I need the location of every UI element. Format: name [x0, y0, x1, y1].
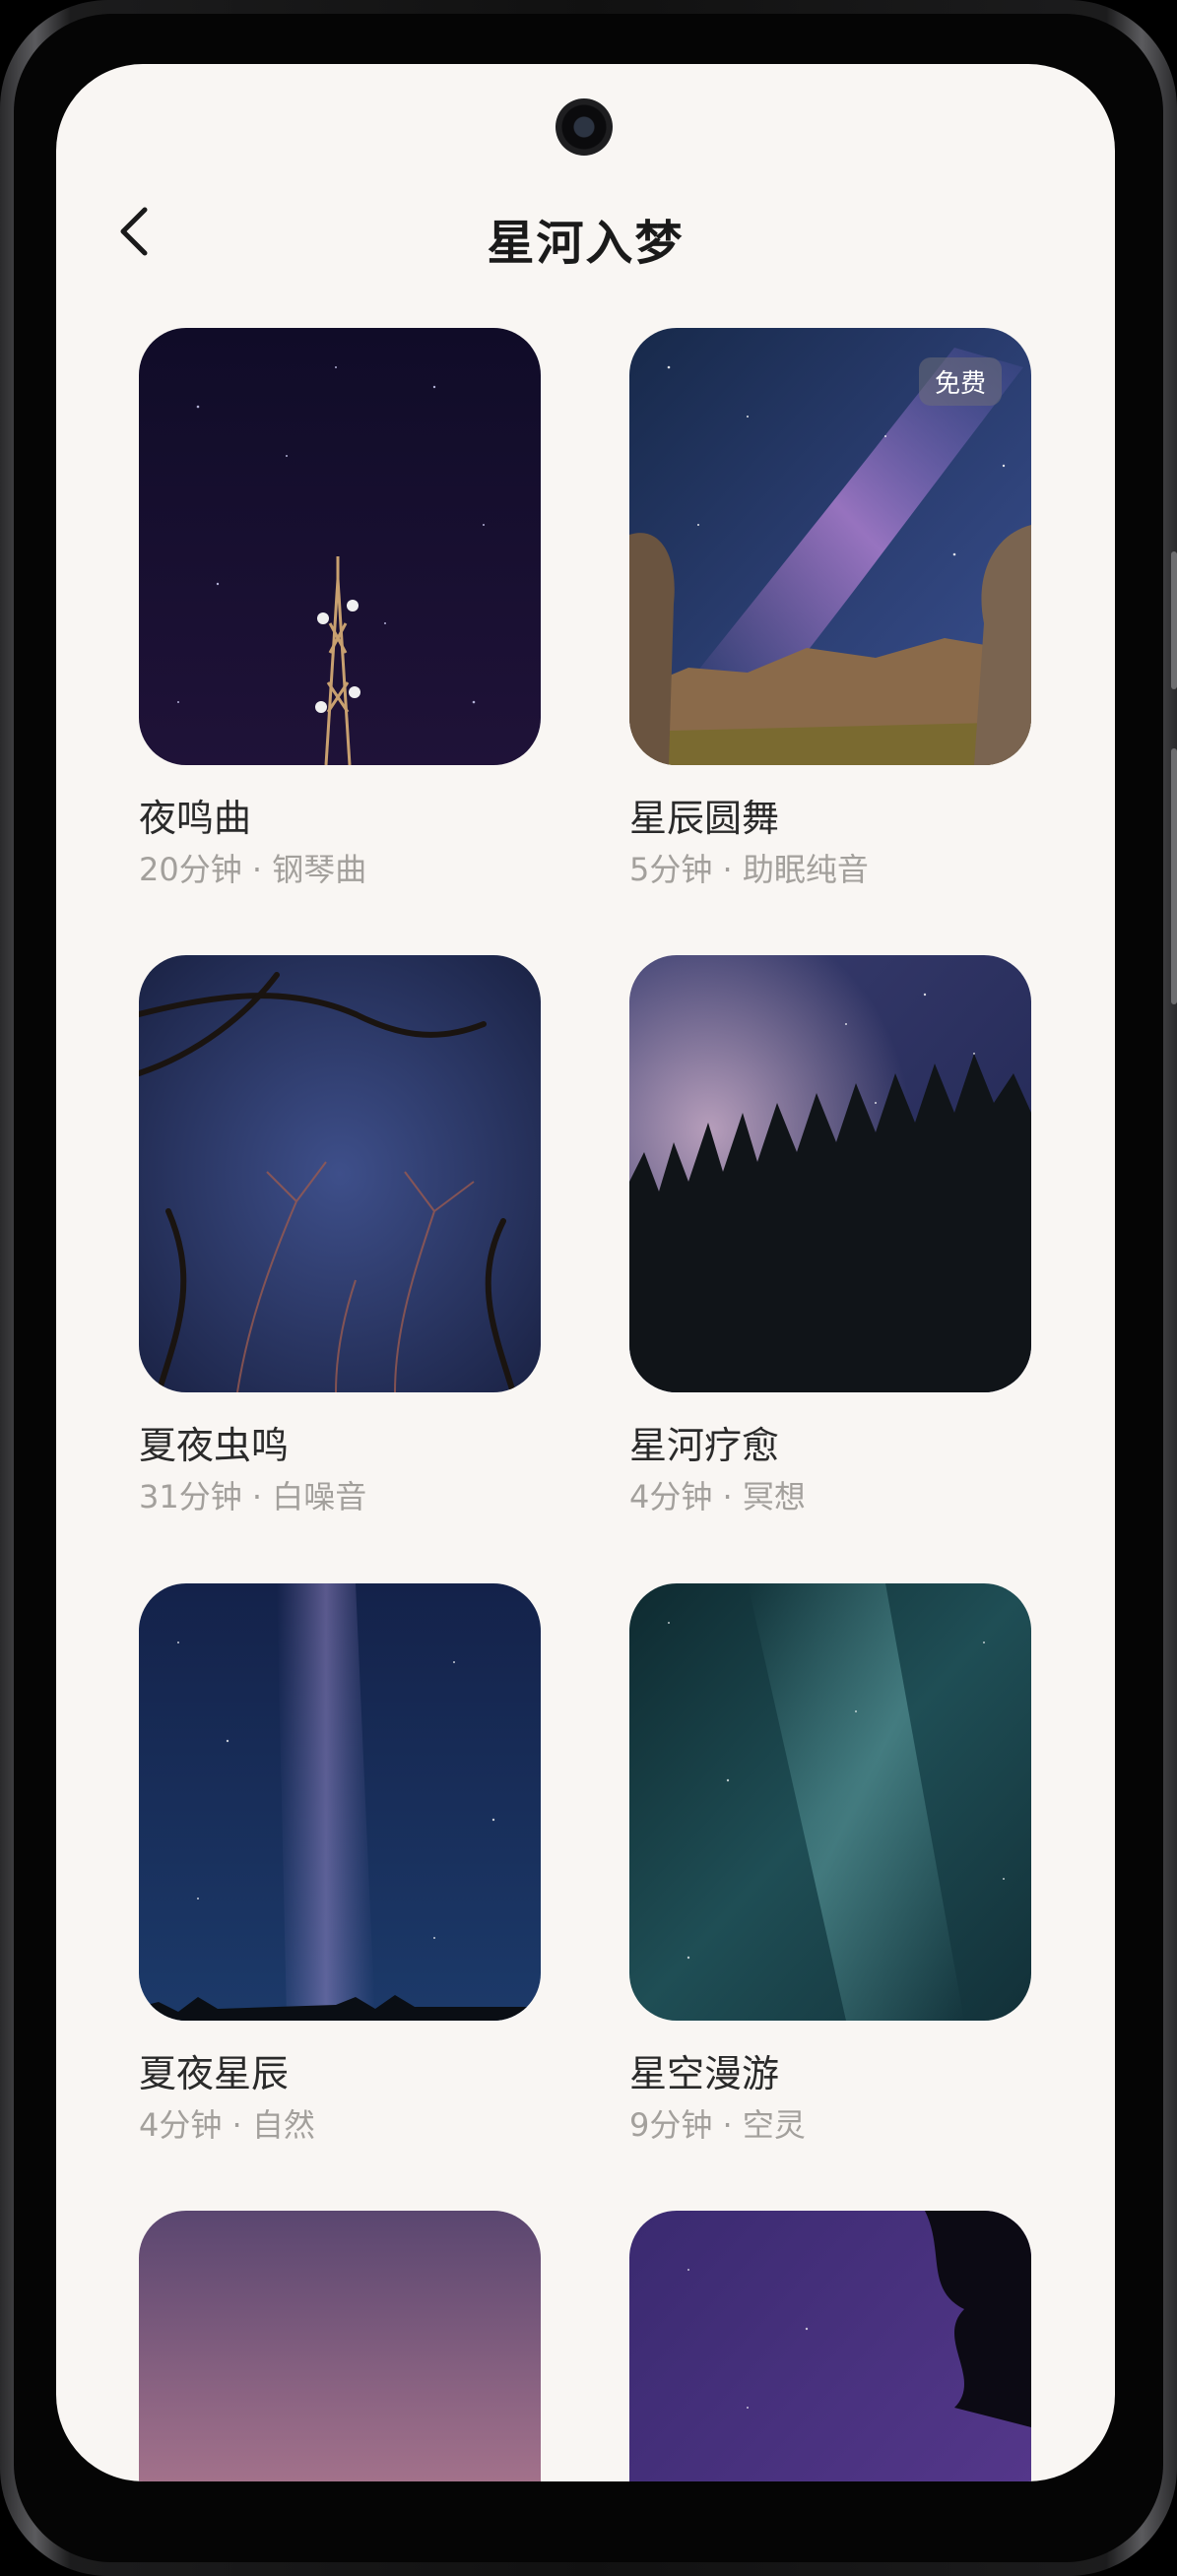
track-cover-5 [139, 1583, 541, 2021]
track-title: 星河疗愈 [629, 1424, 780, 1467]
device-frame: 星河入梦 夜鸣曲 20分钟 · 钢琴曲 免费 星辰圆舞 5分钟 · 助眠纯音 夏… [0, 0, 1177, 2576]
volume-button [1171, 551, 1177, 689]
track-title: 夜鸣曲 [139, 797, 252, 840]
track-title: 星辰圆舞 [629, 797, 780, 840]
track-cover-4 [629, 955, 1031, 1392]
power-button [1171, 748, 1177, 1004]
track-title: 星空漫游 [629, 2052, 780, 2095]
header: 星河入梦 [56, 182, 1115, 281]
track-card-2[interactable]: 免费 星辰圆舞 5分钟 · 助眠纯音 [629, 328, 1031, 891]
track-cover-3 [139, 955, 541, 1392]
track-meta: 31分钟 · 白噪音 [139, 1478, 367, 1515]
page-title: 星河入梦 [487, 216, 685, 271]
track-card-4[interactable]: 星河疗愈 4分钟 · 冥想 [629, 955, 1031, 1518]
front-camera [556, 98, 613, 156]
track-cover-6 [629, 1583, 1031, 2021]
track-cover-7 [139, 2211, 541, 2481]
track-meta: 20分钟 · 钢琴曲 [139, 851, 367, 888]
track-meta: 9分钟 · 空灵 [629, 2106, 806, 2144]
track-cover-1 [139, 328, 541, 765]
track-card-7[interactable] [139, 2211, 541, 2481]
track-meta: 4分钟 · 冥想 [629, 1478, 806, 1515]
track-cover-2: 免费 [629, 328, 1031, 765]
track-card-6[interactable]: 星空漫游 9分钟 · 空灵 [629, 1583, 1031, 2147]
track-meta: 5分钟 · 助眠纯音 [629, 851, 869, 888]
track-title: 夏夜虫鸣 [139, 1424, 290, 1467]
track-cover-8 [629, 2211, 1031, 2481]
track-title: 夏夜星辰 [139, 2052, 290, 2095]
screen: 星河入梦 夜鸣曲 20分钟 · 钢琴曲 免费 星辰圆舞 5分钟 · 助眠纯音 夏… [56, 64, 1115, 2481]
track-card-8[interactable] [629, 2211, 1031, 2481]
track-card-5[interactable]: 夏夜星辰 4分钟 · 自然 [139, 1583, 541, 2147]
track-card-3[interactable]: 夏夜虫鸣 31分钟 · 白噪音 [139, 955, 541, 1518]
track-meta: 4分钟 · 自然 [139, 2106, 315, 2144]
track-card-1[interactable]: 夜鸣曲 20分钟 · 钢琴曲 [139, 328, 541, 891]
free-badge: 免费 [918, 357, 1002, 406]
